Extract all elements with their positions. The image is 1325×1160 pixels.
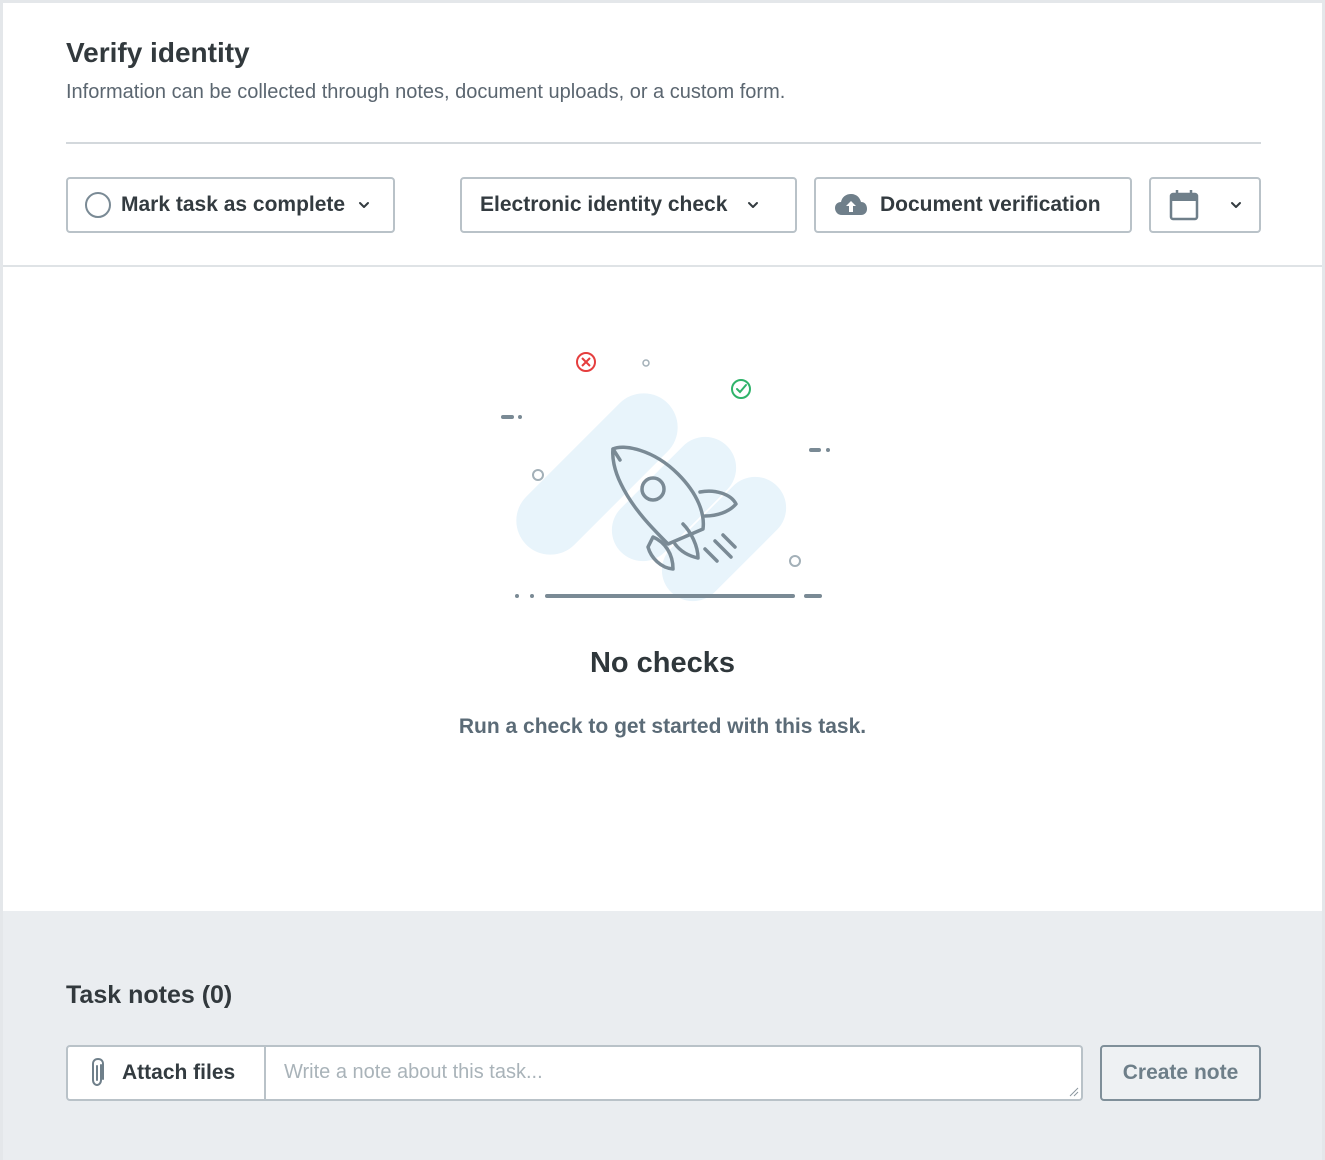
task-notes-title: Task notes (0) — [66, 981, 233, 1009]
empty-state-title: No checks — [589, 647, 736, 679]
page-subtitle: Information can be collected through not… — [66, 81, 786, 103]
document-verification-label: Document verification — [880, 193, 1101, 216]
mark-complete-label: Mark task as complete — [121, 193, 346, 216]
task-notes-section: Task notes (0) Attach files Create note — [3, 911, 1322, 1160]
task-header: Verify identity Information can be colle… — [3, 3, 1322, 267]
document-verification-button[interactable]: Document verification — [814, 177, 1132, 233]
circle-icon — [85, 192, 111, 218]
attach-files-button[interactable]: Attach files — [66, 1045, 266, 1101]
electronic-identity-check-button[interactable]: Electronic identity check — [460, 177, 797, 233]
chevron-down-icon — [1231, 202, 1241, 208]
paperclip-icon — [92, 1058, 104, 1087]
chevron-down-icon — [748, 202, 759, 208]
rocket-icon — [501, 352, 830, 602]
note-input[interactable] — [266, 1045, 1083, 1101]
cloud-upload-icon — [835, 194, 867, 215]
create-note-button[interactable]: Create note — [1100, 1045, 1261, 1101]
header-divider — [66, 142, 1261, 144]
task-panel: Verify identity Information can be colle… — [0, 0, 1325, 1160]
calendar-icon — [1169, 190, 1199, 221]
attach-files-label: Attach files — [122, 1061, 236, 1084]
resize-handle-icon[interactable] — [1069, 1087, 1079, 1097]
empty-state: No checks Run a check to get started wit… — [3, 269, 1322, 911]
chevron-down-icon — [359, 202, 370, 208]
empty-state-subtitle: Run a check to get started with this tas… — [458, 715, 867, 738]
mark-complete-button[interactable]: Mark task as complete — [66, 177, 395, 233]
electronic-identity-check-label: Electronic identity check — [480, 193, 728, 216]
page-title: Verify identity — [66, 37, 250, 68]
create-note-label: Create note — [1122, 1061, 1239, 1084]
due-date-button[interactable] — [1149, 177, 1261, 233]
